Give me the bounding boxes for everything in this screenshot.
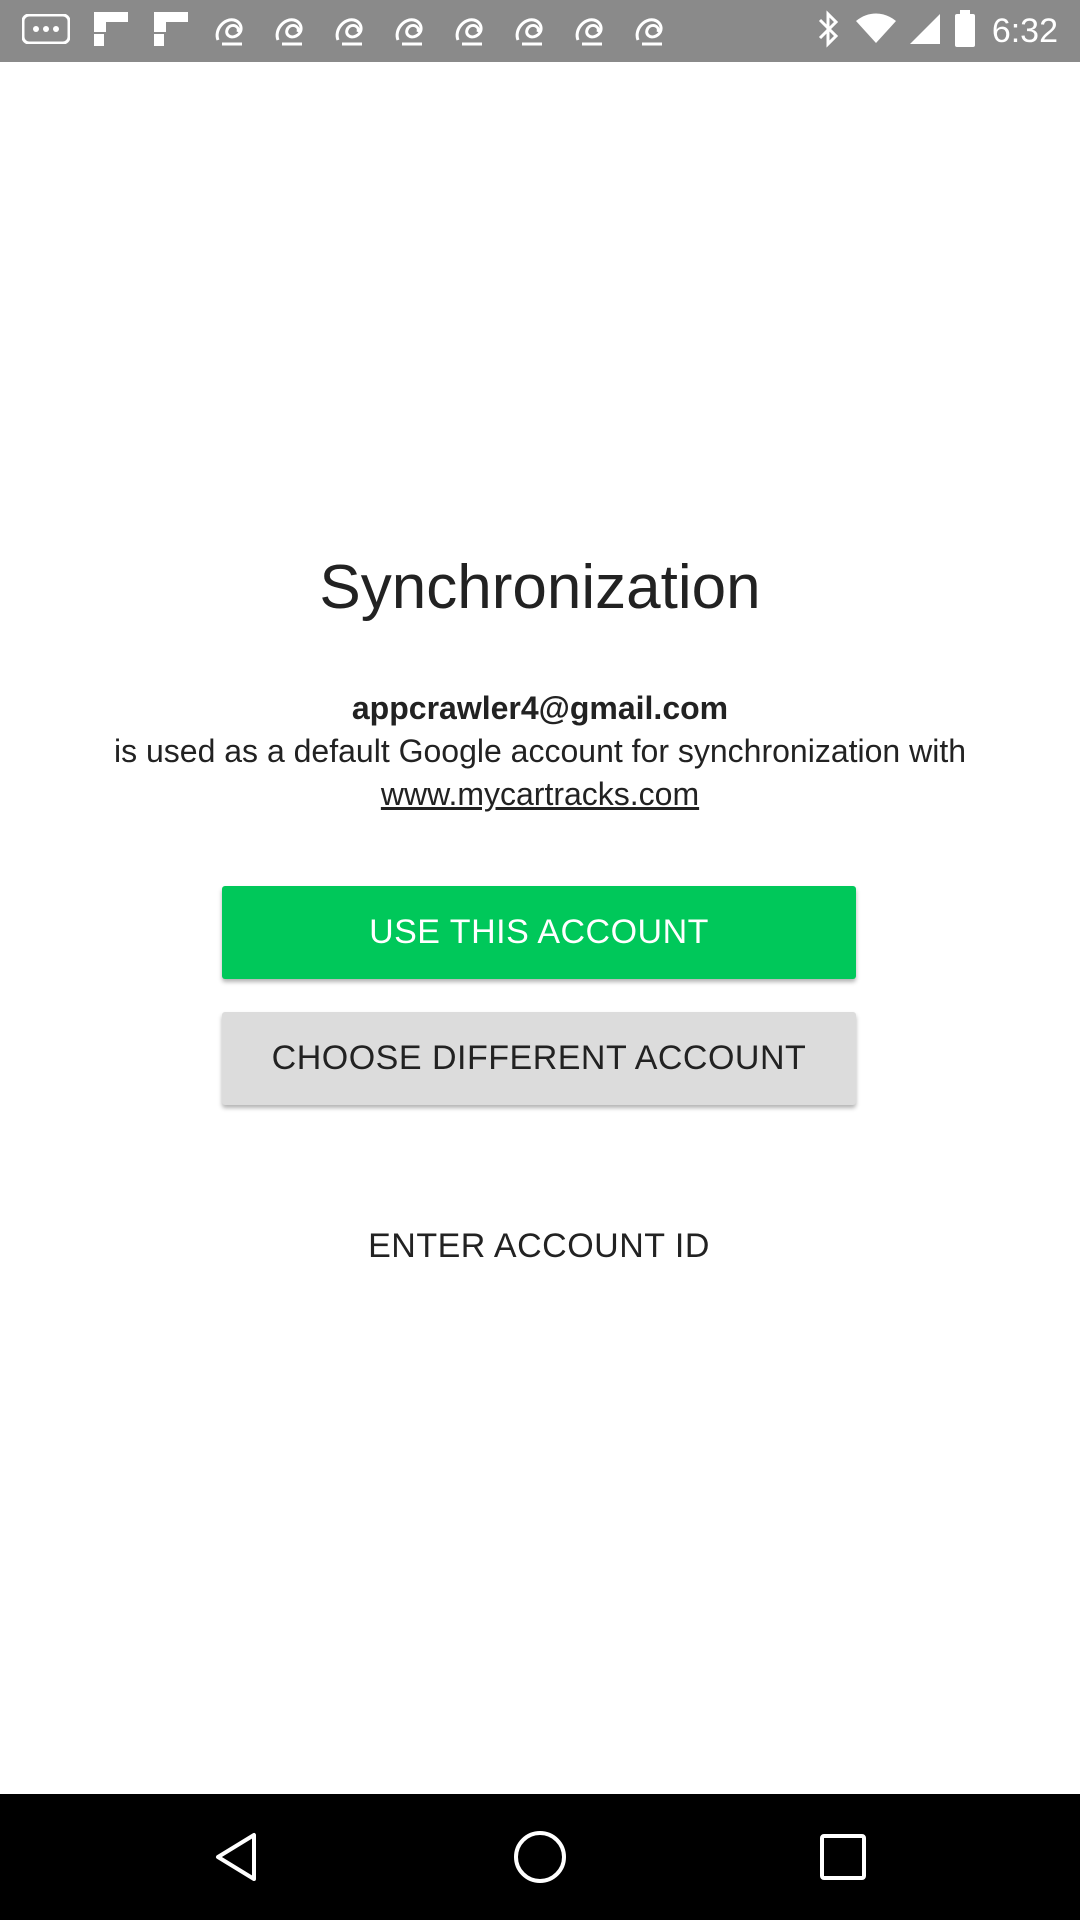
flipboard-icon xyxy=(152,10,190,53)
notification-app-icon xyxy=(452,10,490,53)
website-link[interactable]: www.mycartracks.com xyxy=(381,773,699,816)
wifi-icon xyxy=(855,13,896,50)
more-icon xyxy=(21,13,71,49)
notification-app-icon xyxy=(332,10,370,53)
system-status: 6:32 xyxy=(804,0,1058,62)
enter-account-id-button[interactable]: ENTER ACCOUNT ID xyxy=(222,1200,856,1293)
sync-description: is used as a default Google account for … xyxy=(113,733,967,769)
notification-icons xyxy=(21,10,692,53)
notification-app-icon xyxy=(632,10,670,53)
page-title: Synchronization xyxy=(319,553,761,622)
home-icon[interactable] xyxy=(510,1827,570,1887)
notification-app-icon xyxy=(212,10,250,53)
flipboard-icon xyxy=(92,10,130,53)
choose-different-account-button[interactable]: CHOOSE DIFFERENT ACCOUNT xyxy=(222,1012,856,1105)
notification-app-icon xyxy=(512,10,550,53)
sync-screen: Synchronization appcrawler4@gmail.com is… xyxy=(0,62,1080,1794)
navigation-bar xyxy=(0,1794,1080,1920)
account-email: appcrawler4@gmail.com xyxy=(351,690,729,726)
status-time: 6:32 xyxy=(991,11,1058,50)
notification-app-icon xyxy=(572,10,610,53)
bluetooth-icon xyxy=(816,9,842,53)
notification-app-icon xyxy=(272,10,310,53)
recents-icon[interactable] xyxy=(813,1827,873,1887)
battery-icon xyxy=(954,9,976,53)
cellular-signal-icon xyxy=(908,12,942,51)
notification-app-icon xyxy=(392,10,430,53)
sync-message: appcrawler4@gmail.com is used as a defau… xyxy=(30,687,1050,816)
use-this-account-button[interactable]: USE THIS ACCOUNT xyxy=(222,886,856,979)
back-icon[interactable] xyxy=(208,1827,268,1887)
status-bar: 6:32 xyxy=(0,0,1080,62)
